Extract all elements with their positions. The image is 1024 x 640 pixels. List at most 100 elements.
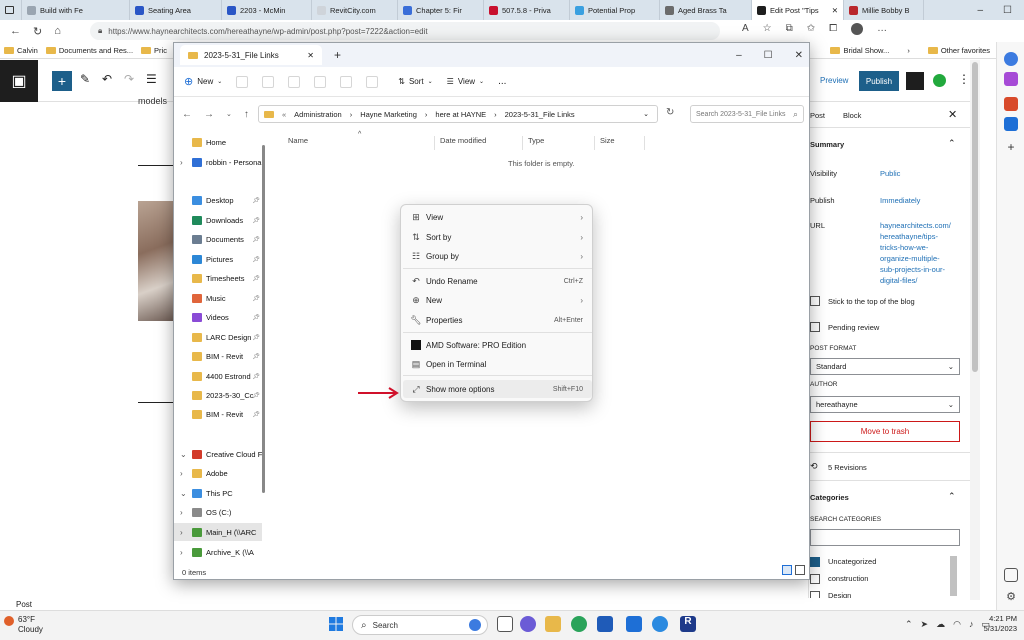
menu-item-undo-rename[interactable]: ↶ Undo Rename Ctrl+Z: [403, 272, 592, 290]
category-item[interactable]: construction: [810, 570, 960, 587]
weather-icon[interactable]: [4, 616, 14, 626]
favorite-item[interactable]: Documents and Res...: [42, 46, 137, 55]
more-icon[interactable]: …: [877, 23, 887, 35]
category-checkbox[interactable]: [810, 590, 820, 598]
chevron-up-icon[interactable]: ⌃: [905, 619, 913, 630]
delete-icon[interactable]: [366, 75, 379, 88]
back-icon[interactable]: ←: [182, 109, 192, 120]
volume-icon[interactable]: ♪: [969, 619, 974, 630]
new-tab-icon[interactable]: +: [334, 48, 341, 62]
minimize-icon[interactable]: –: [736, 50, 742, 61]
chevron-right-icon[interactable]: ›: [180, 469, 183, 478]
category-item[interactable]: Uncategorized: [810, 553, 960, 570]
forward-icon[interactable]: →: [204, 109, 214, 120]
menu-item-open-in-terminal[interactable]: ▤ Open in Terminal: [403, 355, 592, 373]
nav-pane-scrollbar[interactable]: [262, 145, 265, 493]
breadcrumb-item[interactable]: Administration: [294, 110, 342, 119]
category-item[interactable]: Design: [810, 587, 960, 598]
up-icon[interactable]: ↑: [244, 109, 249, 120]
refresh-icon[interactable]: ↻: [666, 107, 674, 118]
nav-pane-item[interactable]: Timesheets 📌︎: [174, 269, 262, 287]
collections-icon[interactable]: ⧠: [829, 23, 837, 35]
column-name[interactable]: Name: [288, 136, 308, 145]
weather-widget[interactable]: 63°F Cloudy: [18, 615, 43, 635]
breadcrumb-overflow-icon[interactable]: «: [282, 110, 286, 119]
settings-sidebar-icon[interactable]: [906, 72, 924, 90]
tiles-view-icon[interactable]: [795, 565, 805, 575]
search-sidebar-icon[interactable]: [1004, 72, 1018, 86]
nav-pane-item[interactable]: Desktop 📌︎: [174, 191, 262, 209]
details-view-icon[interactable]: [782, 565, 792, 575]
settings-icon[interactable]: ⚙: [1004, 590, 1018, 604]
browser-tab[interactable]: 2203 - McMin: [222, 0, 312, 20]
more-options-button[interactable]: ...: [498, 76, 506, 87]
add-block-button[interactable]: +: [52, 71, 72, 91]
task-view-icon[interactable]: [497, 616, 513, 632]
nav-pane-item[interactable]: BIM - Revit 📌︎: [174, 347, 262, 365]
chevron-right-icon[interactable]: ›: [180, 158, 183, 167]
browser-tab[interactable]: Chapter 5: Fir: [398, 0, 484, 20]
redo-icon[interactable]: ↷: [124, 72, 134, 86]
profile-avatar-icon[interactable]: [851, 23, 864, 35]
browser-tab[interactable]: Build with Fe: [22, 0, 130, 20]
nav-pane-item[interactable]: 2023-5-30_Cc 📌︎: [174, 386, 262, 404]
back-icon[interactable]: ←: [10, 25, 21, 37]
favorite-item[interactable]: Pric: [137, 46, 171, 55]
browser-tab[interactable]: Millie Bobby B: [844, 0, 924, 20]
column-type[interactable]: Type: [528, 136, 544, 145]
post-image[interactable]: [138, 201, 176, 321]
outlook-icon[interactable]: [1004, 117, 1018, 131]
sticky-checkbox[interactable]: [810, 296, 820, 306]
browser-tab[interactable]: Edit Post "Tips ✕: [752, 0, 844, 20]
wifi-icon[interactable]: ◠: [953, 619, 961, 630]
visibility-value[interactable]: Public: [880, 168, 900, 179]
nav-pane-item[interactable]: Documents 📌︎: [174, 230, 262, 248]
chevron-down-icon[interactable]: ⌄: [643, 110, 657, 118]
outlook-icon[interactable]: [626, 616, 642, 632]
read-aloud-icon[interactable]: A: [742, 23, 749, 35]
author-select[interactable]: hereathayne ⌄: [810, 396, 960, 413]
address-breadcrumb[interactable]: « Administration › Hayne Marketing › here …: [258, 105, 658, 123]
chevron-up-icon[interactable]: ⌃: [948, 491, 956, 502]
chevron-right-icon[interactable]: ›: [907, 46, 910, 55]
post-format-select[interactable]: Standard ⌄: [810, 358, 960, 375]
new-button[interactable]: ⊕ New ⌄: [184, 75, 222, 88]
pen-tool-icon[interactable]: ✎: [80, 72, 90, 86]
close-sidebar-icon[interactable]: ✕: [948, 108, 957, 121]
browser-tab[interactable]: Aged Brass Ta: [660, 0, 752, 20]
categories-heading[interactable]: Categories: [810, 493, 849, 502]
nav-pane-item[interactable]: › OS (C:): [174, 503, 262, 521]
close-icon[interactable]: ✕: [795, 50, 803, 61]
menu-item-sort-by[interactable]: ⇅ Sort by ›: [403, 228, 592, 246]
undo-icon[interactable]: ↶: [102, 72, 112, 86]
revit-icon[interactable]: R: [680, 616, 696, 632]
chevron-right-icon[interactable]: ›: [180, 508, 183, 517]
document-overview-icon[interactable]: ☰: [146, 72, 157, 86]
address-bar[interactable]: 🔒︎ https://www.haynearchitects.com/herea…: [90, 22, 720, 40]
cut-icon[interactable]: [236, 75, 249, 88]
tab-actions-button[interactable]: [0, 0, 22, 20]
system-clock[interactable]: 4:21 PM 5/31/2023: [975, 614, 1017, 634]
start-icon[interactable]: [329, 617, 343, 631]
tab-block[interactable]: Block: [843, 111, 861, 120]
nav-pane-item[interactable]: › Main_H (\\ARC: [174, 523, 262, 541]
chevron-down-icon[interactable]: ⌄: [180, 450, 187, 459]
favorite-other[interactable]: Other favorites: [924, 46, 994, 55]
maximize-icon[interactable]: ☐: [764, 50, 773, 61]
publish-button[interactable]: Publish: [859, 71, 899, 91]
rename-icon[interactable]: [314, 75, 327, 88]
nav-pane-item[interactable]: › Archive_K (\\A: [174, 543, 262, 561]
breadcrumb-item[interactable]: here at HAYNE: [435, 110, 486, 119]
browser-tab[interactable]: RevitCity.com: [312, 0, 398, 20]
chrome-icon[interactable]: [571, 616, 587, 632]
favorites-icon[interactable]: ✩: [807, 23, 815, 35]
minimize-icon[interactable]: –: [977, 5, 983, 16]
categories-scrollbar[interactable]: [950, 556, 957, 596]
nav-pane-item[interactable]: Music 📌︎: [174, 289, 262, 307]
column-separator[interactable]: [644, 136, 645, 150]
sort-button[interactable]: ⇅ Sort ⌄: [398, 77, 432, 86]
explorer-tab[interactable]: 2023-5-31_File Links ✕: [180, 45, 322, 65]
sidebar-layout-icon[interactable]: [1004, 568, 1018, 582]
nav-pane-item[interactable]: Pictures 📌︎: [174, 250, 262, 268]
close-tab-icon[interactable]: ✕: [832, 6, 838, 15]
